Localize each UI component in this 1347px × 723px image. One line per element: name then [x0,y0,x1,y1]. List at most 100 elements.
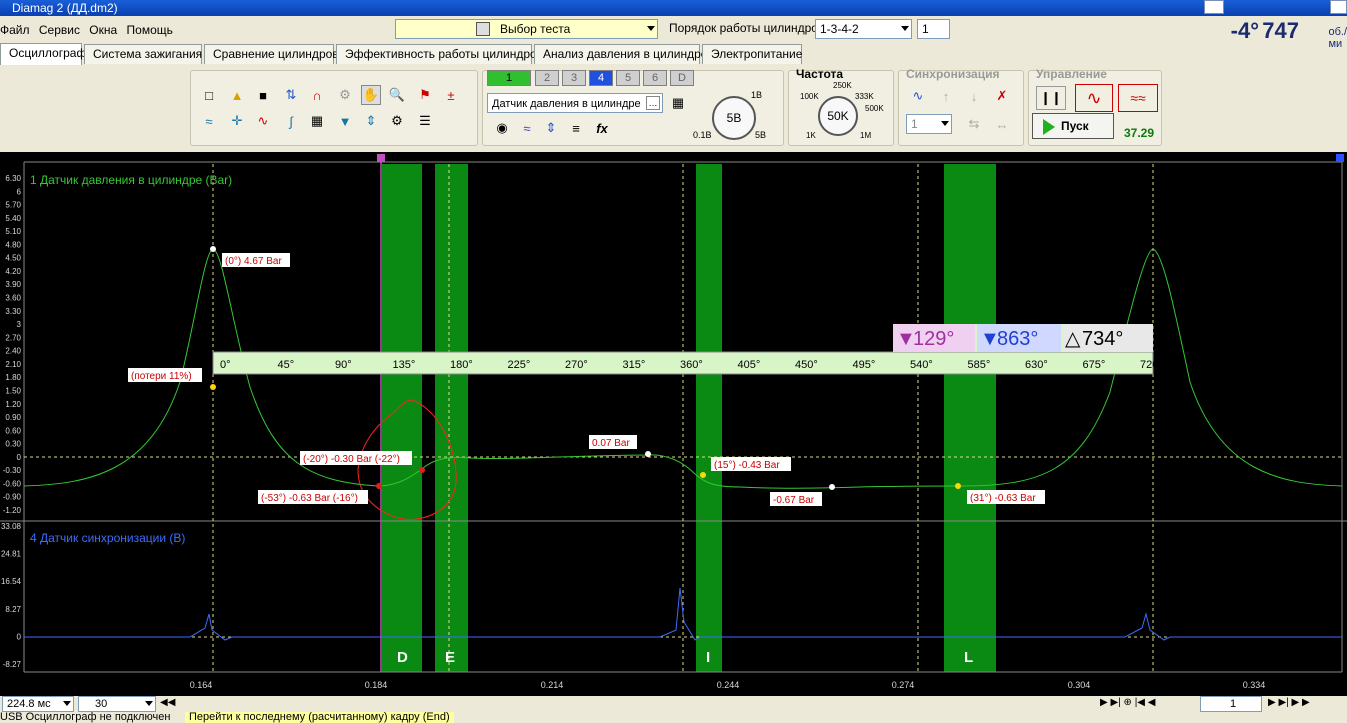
callout-007: 0.07 Bar [589,435,637,449]
point-007[interactable] [645,451,651,457]
frequency-knob[interactable]: 50K [818,96,858,136]
test-select[interactable]: Выбор теста [395,19,658,39]
oscilloscope-screen[interactable]: 1 Датчик давления в цилиндре (Bar) 4 Дат… [0,152,1347,696]
degree-tick-label: 180° [450,359,473,371]
pause-icon[interactable]: ❙❙ [1036,86,1066,110]
notes-icon[interactable]: ☰ [415,111,435,131]
callout-m20: (-20°) -0.30 Bar (-22°) [300,451,412,465]
chevron-down-icon [901,26,909,31]
sync-range-icon[interactable]: ⇆ [964,114,984,134]
point-loss[interactable] [210,384,216,390]
degree-tick-label: 0° [220,359,231,371]
marker-2-handle[interactable] [1336,154,1344,162]
tab-cylinder-efficiency[interactable]: Эффективность работы цилиндров [336,44,543,64]
calculator-icon[interactable] [1204,0,1224,14]
marker-1-handle[interactable] [377,154,385,162]
start-button[interactable]: Пуск [1032,113,1114,139]
channel-1-button[interactable]: 1 [487,70,531,86]
single-wave-icon[interactable]: ∿ [1075,84,1113,112]
filter-icon[interactable]: ▼ [335,111,355,131]
layers-icon[interactable]: ≈ [199,111,219,131]
zoom-icon[interactable]: 🔍 [387,85,407,105]
zero-icon[interactable]: ± [441,85,461,105]
callout-m53-text: (-53°) -0.63 Bar (-16°) [261,493,358,504]
tab-ignition[interactable]: Система зажигания [84,44,202,64]
ch4-tick-label: 16.54 [1,577,22,586]
channel-3-button[interactable]: 3 [562,70,586,86]
sync-channel-select[interactable]: 1 [906,114,952,134]
volts-min-label: 0.1В [693,130,712,140]
sync-auto-icon[interactable]: ∿ [908,86,928,106]
degree-tick-label: 315° [623,359,646,371]
cylinder-order-select[interactable]: 1-3-4-2 [815,19,912,39]
freq-label-1m: 1M [860,131,872,140]
menu-service[interactable]: Сервис [39,23,80,37]
auto-icon[interactable]: ⚙ [335,85,355,105]
sync-rise-icon[interactable]: ↑ [936,86,956,106]
degree-tick-label: 540° [910,359,933,371]
table-icon[interactable]: ▦ [307,111,327,131]
tab-oscilloscope[interactable]: Осциллограф [0,43,86,65]
menu-file[interactable]: Файл [0,23,30,37]
vertical-scale-icon[interactable]: ⇕ [541,118,561,138]
save-icon[interactable]: ■ [253,85,273,105]
cylinder-spin[interactable]: 1 [917,19,950,39]
point-15[interactable] [700,472,706,478]
zone-l [944,164,996,672]
volts-knob[interactable]: 5В [712,96,756,140]
flag-icon[interactable]: ⚑ [415,85,435,105]
tab-power[interactable]: Электропитание [702,44,802,64]
minimize-button[interactable] [1330,0,1347,14]
grid-lines-icon[interactable]: ≡ [566,118,586,138]
channel-4-button[interactable]: 4 [589,70,613,86]
sensor-select[interactable]: Датчик давления в цилиндре … [487,93,663,113]
ch1-tick-label: 3 [17,320,22,329]
ch1-tick-label: 3.90 [5,280,21,289]
point-067[interactable] [829,484,835,490]
count-select[interactable]: 30 [78,696,156,712]
freq-label-333k: 333K [855,92,874,101]
cross-icon[interactable]: ✛ [227,111,247,131]
sync-fall-icon[interactable]: ↓ [964,86,984,106]
tab-pressure-analysis[interactable]: Анализ давления в цилиндре [534,44,707,64]
tab-cylinder-compare[interactable]: Сравнение цилиндров [204,44,339,64]
ch1-tick-label: -0.60 [3,479,22,488]
channel-5-button[interactable]: 5 [616,70,640,86]
function-icon[interactable]: fx [592,118,612,138]
ch4-y-axis: 33.08 24.81 16.54 8.27 0 -8.27 [1,522,22,669]
point-31[interactable] [955,483,961,489]
sync-cancel-icon[interactable]: ✗ [992,86,1012,106]
sync-shift-icon[interactable]: ↔ [992,114,1012,134]
menu-windows[interactable]: Окна [89,23,117,37]
menu-help[interactable]: Помощь [127,23,173,37]
nav-right-buttons[interactable]: ▶ ▶| ▶ ▶ [1268,697,1347,711]
point-m20[interactable] [419,467,425,473]
page-input[interactable]: 1 [1200,696,1262,712]
new-file-icon[interactable]: □ [199,85,219,105]
ellipsis-button[interactable]: … [646,96,660,110]
eye-icon[interactable]: ◉ [492,118,512,138]
split-icon[interactable]: ⇕ [361,111,381,131]
channel-2-button[interactable]: 2 [535,70,559,86]
ch1-tick-label: 0 [17,453,22,462]
volts-max-label: 5В [755,130,767,140]
timebase-select[interactable]: 224.8 мс [2,696,74,712]
ch1-tick-label: 5.70 [5,201,21,210]
open-folder-icon[interactable]: ▲ [227,85,247,105]
magnet-icon[interactable]: ∩ [307,85,327,105]
nav-prev-buttons[interactable]: ◀◀ [160,697,200,711]
sensor-settings-icon[interactable]: ▦ [668,93,688,113]
wave-icon[interactable]: ∿ [253,111,273,131]
channel-6-button[interactable]: 6 [643,70,667,86]
spectrum-icon[interactable]: ∫ [281,111,301,131]
auto-settings-icon[interactable]: ⚙ [387,111,407,131]
freq-label-100k: 100K [800,92,819,101]
channel-d-button[interactable]: D [670,70,694,86]
nav-left-buttons[interactable]: ▶ ▶| ⊕ |◀ ◀ [1100,697,1180,711]
cursor-icon[interactable]: ⇅ [281,85,301,105]
point-m53[interactable] [376,483,382,489]
hand-icon[interactable]: ✋ [361,85,381,105]
noise-icon[interactable]: ≈ [517,118,537,138]
multi-wave-icon[interactable]: ≈≈ [1118,84,1158,112]
point-peak[interactable] [210,246,216,252]
